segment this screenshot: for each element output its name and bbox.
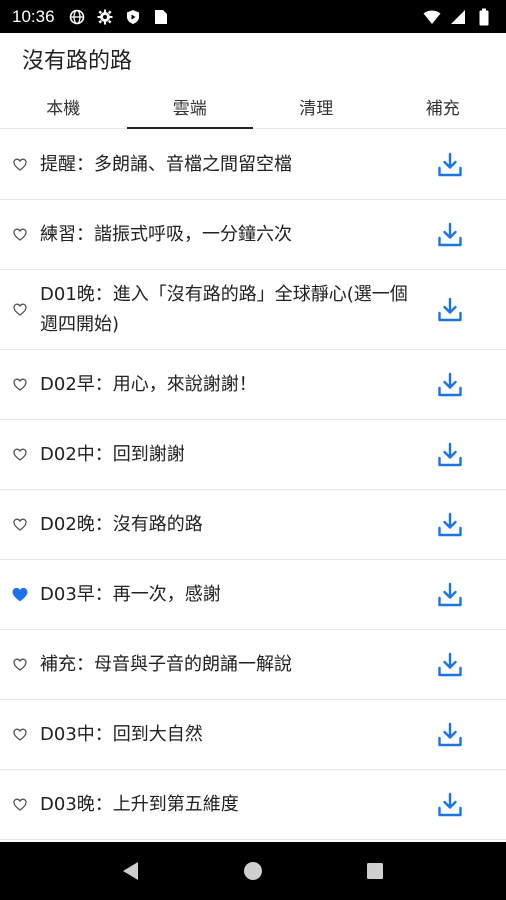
download-icon[interactable] — [436, 721, 464, 749]
download-icon[interactable] — [436, 511, 464, 539]
download-icon[interactable] — [436, 651, 464, 679]
status-right — [416, 7, 494, 27]
shield-play-icon — [123, 7, 143, 27]
status-time: 10:36 — [12, 6, 55, 26]
system-nav-bar — [0, 842, 506, 900]
list-item-title: D03早：再一次，感謝 — [40, 583, 221, 605]
gear-icon — [95, 7, 115, 27]
list-item-title: 提醒：多朗誦、音檔之間留空檔 — [40, 153, 292, 175]
heart-outline-icon[interactable] — [12, 657, 28, 673]
list-item-title: D01晚：進入「沒有路的路」全球靜心(選一個週四開始) — [40, 283, 408, 335]
screen: 10:36 沒有路的路 本機 雲端 清理 補充 提醒：多朗誦、音檔之間留空檔 練… — [0, 0, 506, 900]
download-icon[interactable] — [436, 791, 464, 819]
recents-icon[interactable] — [361, 857, 389, 885]
heart-outline-icon[interactable] — [12, 302, 28, 318]
list-item-title: 練習：諧振式呼吸，一分鐘六次 — [40, 223, 292, 245]
list-item[interactable]: D02早：用心，來說謝謝！ — [0, 350, 506, 420]
tab-cleanup[interactable]: 清理 — [253, 85, 380, 128]
tab-supplement[interactable]: 補充 — [380, 85, 506, 128]
list-item[interactable]: D02中：回到謝謝 — [0, 420, 506, 490]
list-item-title: D03晚：上升到第五維度 — [40, 793, 239, 815]
list-item[interactable]: D03晚：上升到第五維度 — [0, 770, 506, 840]
battery-icon — [474, 7, 494, 27]
wifi-icon — [422, 7, 442, 27]
app-title: 沒有路的路 — [22, 49, 133, 74]
list-item-title: D02中：回到謝謝 — [40, 443, 185, 465]
app-bar: 沒有路的路 — [0, 33, 506, 85]
heart-filled-icon[interactable] — [12, 587, 28, 603]
heart-outline-icon[interactable] — [12, 797, 28, 813]
sim-card-icon — [151, 7, 171, 27]
list-item-title: 補充：母音與子音的朗誦一解說 — [40, 653, 292, 675]
tab-cloud[interactable]: 雲端 — [126, 85, 254, 129]
heart-outline-icon[interactable] — [12, 377, 28, 393]
list-item[interactable]: 練習：諧振式呼吸，一分鐘六次 — [0, 200, 506, 270]
globe-icon — [67, 7, 87, 27]
list-item[interactable]: 提醒：多朗誦、音檔之間留空檔 — [0, 130, 506, 200]
list-item[interactable]: D03中：回到大自然 — [0, 700, 506, 770]
signal-icon — [448, 7, 468, 27]
download-icon[interactable] — [436, 296, 464, 324]
heart-outline-icon[interactable] — [12, 727, 28, 743]
list-item-title: D02早：用心，來說謝謝！ — [40, 373, 257, 395]
heart-outline-icon[interactable] — [12, 517, 28, 533]
heart-outline-icon[interactable] — [12, 227, 28, 243]
status-bar: 10:36 — [0, 0, 506, 33]
list-item[interactable]: D03早：再一次，感謝 — [0, 560, 506, 630]
list-item[interactable]: D02晚：沒有路的路 — [0, 490, 506, 560]
tab-bar: 本機 雲端 清理 補充 — [0, 85, 506, 129]
home-icon[interactable] — [239, 857, 267, 885]
list-item-title: D02晚：沒有路的路 — [40, 513, 203, 535]
list-item[interactable]: D01晚：進入「沒有路的路」全球靜心(選一個週四開始) — [0, 270, 506, 350]
heart-outline-icon[interactable] — [12, 157, 28, 173]
download-icon[interactable] — [436, 221, 464, 249]
download-icon[interactable] — [436, 371, 464, 399]
heart-outline-icon[interactable] — [12, 447, 28, 463]
tab-local[interactable]: 本機 — [0, 85, 127, 128]
download-icon[interactable] — [436, 581, 464, 609]
download-icon[interactable] — [436, 151, 464, 179]
list-item-title: D03中：回到大自然 — [40, 723, 203, 745]
back-icon[interactable] — [117, 857, 145, 885]
download-icon[interactable] — [436, 441, 464, 469]
list-item[interactable]: 補充：母音與子音的朗誦一解說 — [0, 630, 506, 700]
track-list: 提醒：多朗誦、音檔之間留空檔 練習：諧振式呼吸，一分鐘六次 D01晚：進入「沒有… — [0, 130, 506, 840]
